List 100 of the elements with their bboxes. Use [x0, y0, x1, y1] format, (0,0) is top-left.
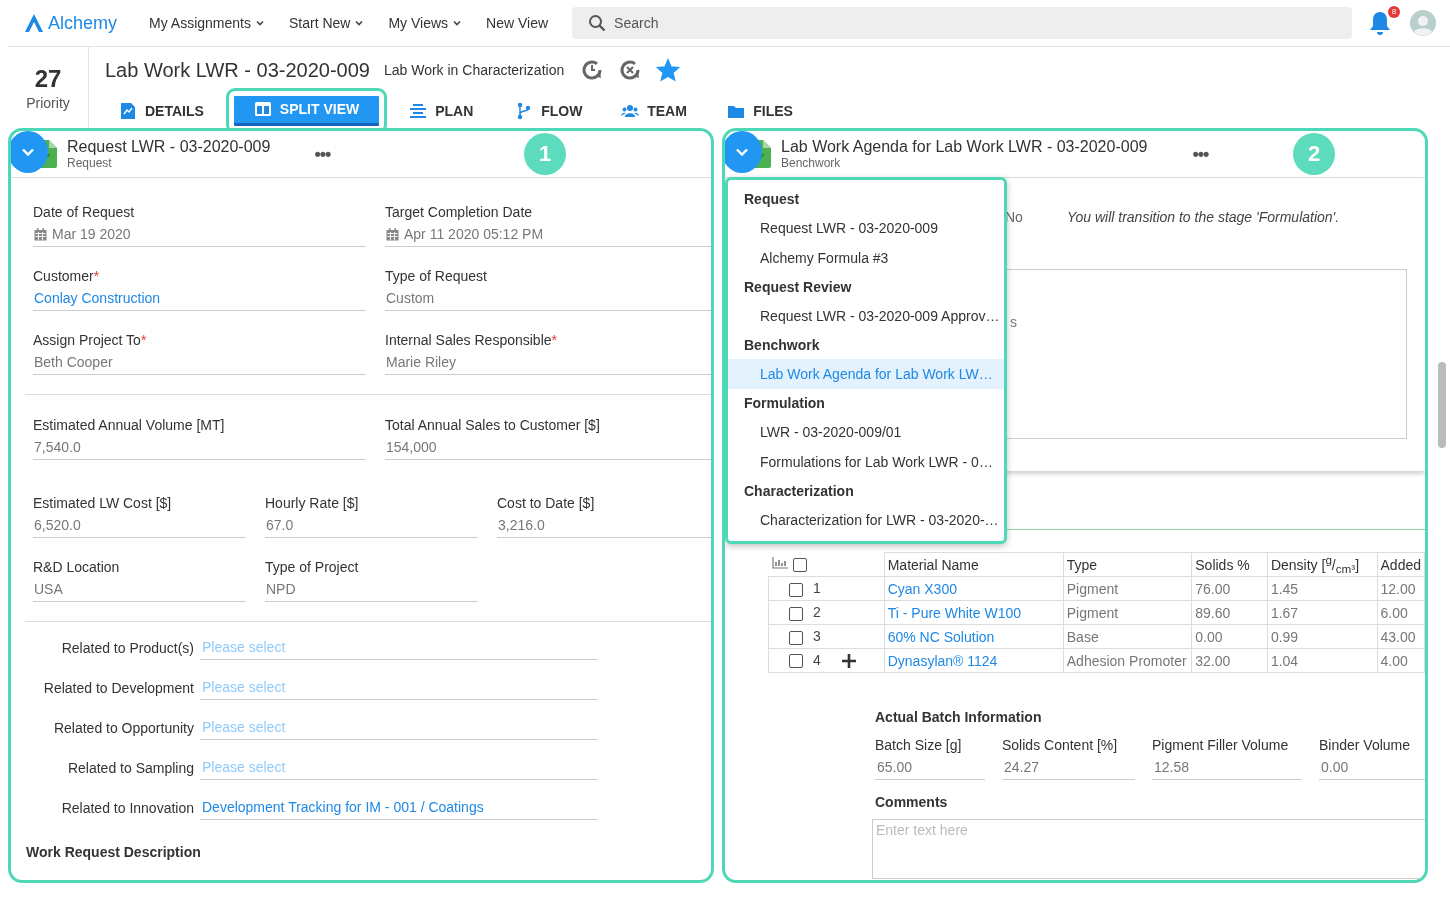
field-value: Marie Riley — [385, 350, 711, 375]
field-label: Related to Development — [42, 680, 195, 696]
field-label: Date of Request — [33, 204, 135, 220]
panel-title: Lab Work Agenda for Lab Work LWR - 03-2020-009 — [781, 138, 1148, 156]
table-cell: Pigment — [1063, 600, 1192, 625]
more-button[interactable]: ••• — [312, 143, 333, 165]
tab[interactable]: TEAM — [607, 95, 708, 126]
field-value: USA — [33, 577, 246, 602]
table-cell: 12.00 — [1377, 576, 1425, 601]
nav-menu[interactable]: My Assignments — [137, 11, 277, 35]
field-label: Related to Opportunity — [52, 720, 195, 736]
text-fragment: s — [1010, 314, 1017, 330]
required-mark: * — [551, 332, 557, 348]
table-cell: 32.00 — [1191, 648, 1268, 673]
field-label: Binder Volume — [1319, 736, 1412, 755]
table-cell: Adhesion Promoter — [1063, 648, 1192, 673]
tab[interactable]: FLOW — [501, 95, 602, 126]
field-label: Assign Project To — [33, 332, 141, 348]
field-value: Custom — [385, 286, 711, 311]
step-badge: 1 — [524, 133, 566, 175]
field-value: 67.0 — [265, 513, 478, 538]
field-label: Solids Content [%] — [1002, 736, 1119, 755]
calendar-icon — [386, 227, 399, 241]
field-label: Customer — [33, 268, 94, 284]
nav-menu[interactable]: Start New — [276, 11, 377, 35]
menu-item[interactable]: Request LWR - 03-2020-009 Approv… — [728, 301, 1004, 331]
nav-menu[interactable]: New View — [474, 11, 561, 35]
stage-label: Lab Work in Characterization — [383, 62, 565, 78]
table-cell: 76.00 — [1191, 576, 1268, 601]
chart-icon[interactable] — [771, 557, 788, 570]
table-cell: 89.60 — [1191, 600, 1268, 625]
logo-icon — [24, 13, 44, 33]
field-label: Pigment Filler Volume — [1152, 736, 1290, 755]
notification-count: 8 — [1388, 6, 1400, 18]
row-number: 1 — [813, 580, 822, 597]
table-cell: 1.67 — [1267, 600, 1377, 625]
field-label: Target Completion Date — [385, 204, 533, 220]
field-value[interactable]: Conlay Construction — [33, 286, 366, 311]
checkbox[interactable] — [792, 558, 807, 573]
field-label: Internal Sales Responsible — [385, 332, 552, 348]
star-icon[interactable] — [656, 58, 681, 82]
column-header: Type — [1063, 552, 1192, 577]
field-value: 154,000 — [385, 435, 711, 460]
column-header: Density [$^{g}$/$_{cm³}$] — [1267, 552, 1377, 577]
tab[interactable]: DETAILS — [105, 95, 218, 126]
menu-group-label: Request — [743, 190, 801, 209]
collapse-button[interactable] — [11, 131, 48, 173]
section-heading: Actual Batch Information — [875, 709, 1043, 725]
caret-icon — [354, 18, 365, 28]
table-cell: 6.00 — [1377, 600, 1425, 625]
checkbox[interactable] — [789, 606, 803, 621]
field-value: 7,540.0 — [33, 435, 366, 460]
menu-group-label: Characterization — [743, 482, 855, 501]
scrollbar-thumb[interactable] — [1438, 362, 1446, 448]
tab[interactable]: FILES — [713, 95, 814, 126]
field-label: Cost to Date [$] — [497, 495, 595, 511]
menu-item[interactable]: Formulations for Lab Work LWR - 0… — [728, 447, 1004, 477]
row-number: 4 — [813, 651, 822, 668]
menu-item[interactable]: Characterization for LWR - 03-2020-… — [728, 505, 1004, 535]
field-value: 3,216.0 — [497, 513, 711, 538]
field-value: 6,520.0 — [33, 513, 246, 538]
field-label: Hourly Rate [$] — [265, 495, 359, 511]
field-label: Batch Size [g] — [875, 736, 963, 755]
checkbox[interactable] — [789, 654, 803, 669]
field-label: Type of Request — [385, 268, 487, 284]
table-cell: 1.45 — [1267, 576, 1377, 601]
menu-item[interactable]: LWR - 03-2020-009/01 — [728, 417, 1004, 447]
section-heading: Work Request Description — [25, 844, 202, 860]
field-value: 24.27 — [1002, 755, 1135, 780]
menu-item[interactable]: Alchemy Formula #3 — [728, 243, 1004, 273]
field-value: Apr 11 2020 05:12 PM — [385, 222, 711, 247]
panel-title: Request LWR - 03-2020-009 — [67, 138, 271, 156]
link-field[interactable]: Development Tracking for IM - 001 / Coatings — [200, 796, 598, 820]
bell-icon[interactable] — [1368, 10, 1392, 36]
collapse-button[interactable] — [725, 131, 762, 173]
field-value: Beth Cooper — [33, 350, 366, 375]
checkbox[interactable] — [789, 582, 803, 597]
menu-item[interactable]: Request LWR - 03-2020-009 — [728, 213, 1004, 243]
field-label: Estimated Annual Volume [MT] — [33, 417, 225, 433]
field-label: R&D Location — [33, 559, 120, 575]
field-value: 65.00 — [875, 755, 985, 780]
table-cell: 1.04 — [1267, 648, 1377, 673]
more-button[interactable]: ••• — [1190, 143, 1211, 165]
column-header: Added — [1377, 552, 1425, 577]
field-label: Related to Product(s) — [60, 640, 195, 656]
table-cell: Base — [1063, 624, 1192, 649]
table-cell: 0.99 — [1267, 624, 1377, 649]
checkbox[interactable] — [789, 630, 803, 645]
field-label: Estimated LW Cost [$] — [33, 495, 172, 511]
row-number: 2 — [813, 604, 822, 621]
plus-icon[interactable] — [841, 653, 857, 670]
calendar-icon — [34, 227, 47, 241]
menu-group-label: Request Review — [743, 278, 853, 297]
panel-subtitle: Benchwork — [781, 156, 842, 170]
transition-message: You will transition to the stage 'Formulation'. — [1066, 209, 1340, 225]
table-cell: Pigment — [1063, 576, 1192, 601]
field-label: Total Annual Sales to Customer [$] — [385, 417, 600, 433]
tab[interactable]: PLAN — [395, 95, 496, 126]
field-value: 12.58 — [1152, 755, 1302, 780]
nav-menu[interactable]: My Views — [376, 11, 475, 35]
